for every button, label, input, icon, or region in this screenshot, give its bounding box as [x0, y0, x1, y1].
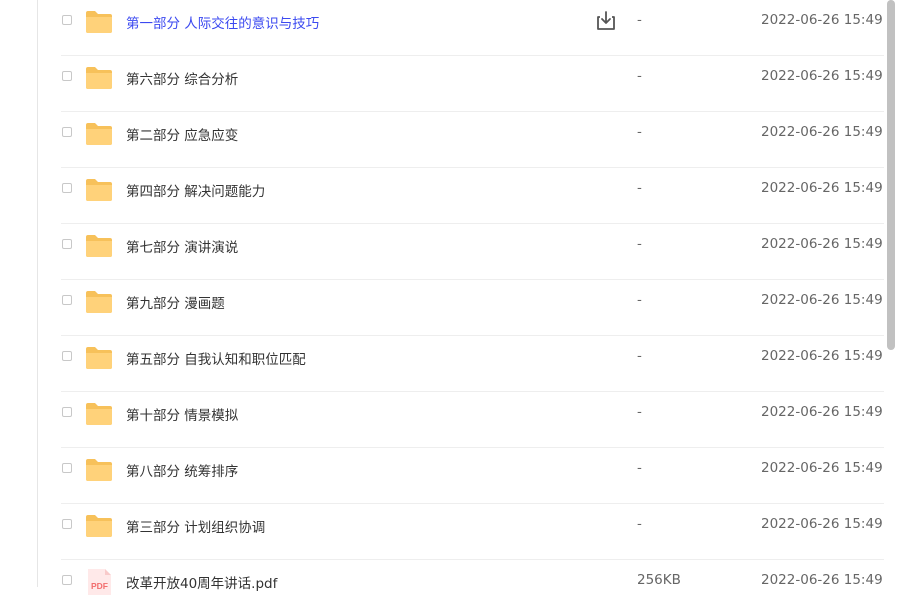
row-checkbox[interactable]	[62, 351, 72, 361]
folder-icon	[86, 459, 112, 481]
scrollbar-thumb[interactable]	[887, 0, 895, 350]
file-date: 2022-06-26 15:49	[761, 12, 883, 28]
svg-text:PDF: PDF	[91, 581, 108, 591]
file-row[interactable]: 第九部分 漫画题 - 2022-06-26 15:49	[38, 280, 886, 336]
file-name[interactable]: 第七部分 演讲演说	[126, 236, 238, 256]
row-checkbox[interactable]	[62, 463, 72, 473]
file-row[interactable]: 第二部分 应急应变 - 2022-06-26 15:49	[38, 112, 886, 168]
pdf-file-icon: PDF	[88, 569, 111, 595]
folder-icon	[86, 291, 112, 313]
file-size: -	[637, 180, 642, 196]
folder-icon	[86, 123, 112, 145]
file-size: -	[637, 460, 642, 476]
file-name[interactable]: 第三部分 计划组织协调	[126, 516, 265, 536]
file-size: 256KB	[637, 572, 681, 588]
folder-icon	[86, 403, 112, 425]
file-size: -	[637, 236, 642, 252]
file-size: -	[637, 292, 642, 308]
file-row[interactable]: 第七部分 演讲演说 - 2022-06-26 15:49	[38, 224, 886, 280]
file-date: 2022-06-26 15:49	[761, 236, 883, 252]
file-name[interactable]: 第九部分 漫画题	[126, 292, 225, 312]
file-date: 2022-06-26 15:49	[761, 572, 883, 588]
file-row[interactable]: 第六部分 综合分析 - 2022-06-26 15:49	[38, 56, 886, 112]
folder-icon	[86, 515, 112, 537]
folder-icon	[86, 179, 112, 201]
file-date: 2022-06-26 15:49	[761, 460, 883, 476]
file-name[interactable]: 改革开放40周年讲话.pdf	[126, 572, 277, 592]
download-icon[interactable]	[595, 10, 617, 32]
row-checkbox[interactable]	[62, 15, 72, 25]
folder-icon	[86, 67, 112, 89]
file-name[interactable]: 第五部分 自我认知和职位匹配	[126, 348, 306, 368]
row-checkbox[interactable]	[62, 183, 72, 193]
folder-icon	[86, 11, 112, 33]
file-name[interactable]: 第四部分 解决问题能力	[126, 180, 265, 200]
file-row[interactable]: 第十部分 情景模拟 - 2022-06-26 15:49	[38, 392, 886, 448]
file-date: 2022-06-26 15:49	[761, 348, 883, 364]
file-date: 2022-06-26 15:49	[761, 404, 883, 420]
file-row[interactable]: 第五部分 自我认知和职位匹配 - 2022-06-26 15:49	[38, 336, 886, 392]
file-date: 2022-06-26 15:49	[761, 292, 883, 308]
file-name[interactable]: 第十部分 情景模拟	[126, 404, 238, 424]
folder-icon	[86, 235, 112, 257]
row-checkbox[interactable]	[62, 519, 72, 529]
file-row[interactable]: 第四部分 解决问题能力 - 2022-06-26 15:49	[38, 168, 886, 224]
file-date: 2022-06-26 15:49	[761, 180, 883, 196]
file-size: -	[637, 516, 642, 532]
file-row[interactable]: 第八部分 统筹排序 - 2022-06-26 15:49	[38, 448, 886, 504]
file-row[interactable]: 第三部分 计划组织协调 - 2022-06-26 15:49	[38, 504, 886, 560]
folder-icon	[86, 347, 112, 369]
row-checkbox[interactable]	[62, 575, 72, 585]
file-name[interactable]: 第八部分 统筹排序	[126, 460, 238, 480]
file-date: 2022-06-26 15:49	[761, 516, 883, 532]
row-checkbox[interactable]	[62, 407, 72, 417]
file-size: -	[637, 348, 642, 364]
file-size: -	[637, 68, 642, 84]
file-size: -	[637, 404, 642, 420]
file-row[interactable]: 第一部分 人际交往的意识与技巧 - 2022-06-26 15:49	[38, 0, 886, 56]
file-date: 2022-06-26 15:49	[761, 68, 883, 84]
row-checkbox[interactable]	[62, 295, 72, 305]
row-checkbox[interactable]	[62, 127, 72, 137]
file-size: -	[637, 12, 642, 28]
file-name[interactable]: 第一部分 人际交往的意识与技巧	[126, 12, 319, 32]
file-list: 第一部分 人际交往的意识与技巧 - 2022-06-26 15:49 第六部分 …	[38, 0, 886, 616]
file-date: 2022-06-26 15:49	[761, 124, 883, 140]
file-name[interactable]: 第二部分 应急应变	[126, 124, 238, 144]
file-size: -	[637, 124, 642, 140]
file-name[interactable]: 第六部分 综合分析	[126, 68, 238, 88]
row-checkbox[interactable]	[62, 239, 72, 249]
file-row[interactable]: PDF 改革开放40周年讲话.pdf 256KB 2022-06-26 15:4…	[38, 560, 886, 616]
row-checkbox[interactable]	[62, 71, 72, 81]
